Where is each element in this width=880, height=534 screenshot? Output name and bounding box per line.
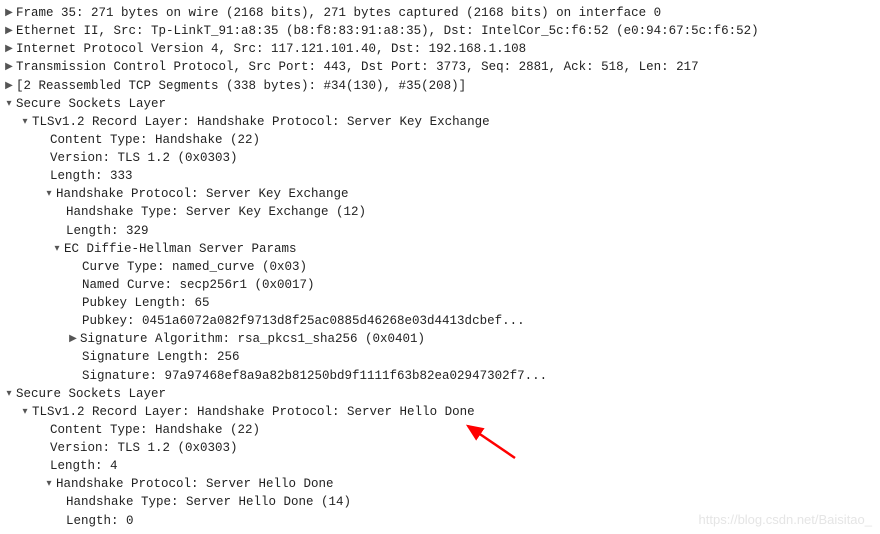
chevron-right-icon[interactable]: ▶: [2, 77, 16, 95]
chevron-right-icon[interactable]: ▶: [2, 40, 16, 58]
tree-row-field[interactable]: Handshake Type: Server Key Exchange (12): [2, 203, 878, 221]
tree-row-handshake[interactable]: ▾ Handshake Protocol: Server Key Exchang…: [2, 185, 878, 203]
tree-row-ssl[interactable]: ▾ Secure Sockets Layer: [2, 385, 878, 403]
field-text: Version: TLS 1.2 (0x0303): [2, 149, 878, 167]
tree-row-ssl[interactable]: ▾ Secure Sockets Layer: [2, 95, 878, 113]
tree-row-field[interactable]: Handshake Type: Server Hello Done (14): [2, 493, 878, 511]
tree-row-reassembled[interactable]: ▶ [2 Reassembled TCP Segments (338 bytes…: [2, 77, 878, 95]
field-text: Handshake Type: Server Hello Done (14): [2, 493, 878, 511]
chevron-right-icon[interactable]: ▶: [2, 58, 16, 76]
protocol-text: [2 Reassembled TCP Segments (338 bytes):…: [16, 77, 878, 95]
field-text: Pubkey: 0451a6072a082f9713d8f25ac0885d46…: [2, 312, 878, 330]
field-text: Curve Type: named_curve (0x03): [2, 258, 878, 276]
field-text: Pubkey Length: 65: [2, 294, 878, 312]
chevron-right-icon[interactable]: ▶: [2, 330, 80, 348]
tree-row-record[interactable]: ▾ TLSv1.2 Record Layer: Handshake Protoc…: [2, 113, 878, 131]
protocol-text: Handshake Protocol: Server Hello Done: [56, 475, 878, 493]
tree-row-field[interactable]: Length: 4: [2, 457, 878, 475]
protocol-text: Secure Sockets Layer: [16, 95, 878, 113]
chevron-down-icon[interactable]: ▾: [2, 113, 32, 131]
field-text: Content Type: Handshake (22): [2, 131, 878, 149]
chevron-down-icon[interactable]: ▾: [2, 403, 32, 421]
field-text: Signature: 97a97468ef8a9a82b81250bd9f111…: [2, 367, 878, 385]
tree-row-ecdh[interactable]: ▾ EC Diffie-Hellman Server Params: [2, 240, 878, 258]
tree-row-sigalg[interactable]: ▶ Signature Algorithm: rsa_pkcs1_sha256 …: [2, 330, 878, 348]
field-text: Version: TLS 1.2 (0x0303): [2, 439, 878, 457]
tree-row-record[interactable]: ▾ TLSv1.2 Record Layer: Handshake Protoc…: [2, 403, 878, 421]
tree-row-field[interactable]: Version: TLS 1.2 (0x0303): [2, 439, 878, 457]
field-text: Handshake Type: Server Key Exchange (12): [2, 203, 878, 221]
tree-row-field[interactable]: Signature: 97a97468ef8a9a82b81250bd9f111…: [2, 367, 878, 385]
field-text: Length: 0: [2, 512, 878, 530]
tree-row-field[interactable]: Pubkey: 0451a6072a082f9713d8f25ac0885d46…: [2, 312, 878, 330]
tree-row-tcp[interactable]: ▶ Transmission Control Protocol, Src Por…: [2, 58, 878, 76]
field-text: Length: 4: [2, 457, 878, 475]
tree-row-field[interactable]: Version: TLS 1.2 (0x0303): [2, 149, 878, 167]
tree-row-field[interactable]: Pubkey Length: 65: [2, 294, 878, 312]
protocol-text: EC Diffie-Hellman Server Params: [64, 240, 878, 258]
field-text: Length: 329: [2, 222, 878, 240]
protocol-text: Internet Protocol Version 4, Src: 117.12…: [16, 40, 878, 58]
chevron-down-icon[interactable]: ▾: [2, 185, 56, 203]
protocol-text: Handshake Protocol: Server Key Exchange: [56, 185, 878, 203]
tree-row-field[interactable]: Length: 0: [2, 512, 878, 530]
chevron-down-icon[interactable]: ▾: [2, 240, 64, 258]
chevron-right-icon[interactable]: ▶: [2, 22, 16, 40]
field-text: Signature Algorithm: rsa_pkcs1_sha256 (0…: [80, 330, 878, 348]
protocol-text: TLSv1.2 Record Layer: Handshake Protocol…: [32, 403, 878, 421]
protocol-text: Transmission Control Protocol, Src Port:…: [16, 58, 878, 76]
tree-row-field[interactable]: Content Type: Handshake (22): [2, 421, 878, 439]
tree-row-field[interactable]: Content Type: Handshake (22): [2, 131, 878, 149]
field-text: Content Type: Handshake (22): [2, 421, 878, 439]
protocol-text: Secure Sockets Layer: [16, 385, 878, 403]
tree-row-ethernet[interactable]: ▶ Ethernet II, Src: Tp-LinkT_91:a8:35 (b…: [2, 22, 878, 40]
field-text: Signature Length: 256: [2, 348, 878, 366]
protocol-text: TLSv1.2 Record Layer: Handshake Protocol…: [32, 113, 878, 131]
tree-row-handshake[interactable]: ▾ Handshake Protocol: Server Hello Done: [2, 475, 878, 493]
protocol-text: Ethernet II, Src: Tp-LinkT_91:a8:35 (b8:…: [16, 22, 878, 40]
chevron-down-icon[interactable]: ▾: [2, 385, 16, 403]
field-text: Length: 333: [2, 167, 878, 185]
chevron-down-icon[interactable]: ▾: [2, 95, 16, 113]
field-text: Named Curve: secp256r1 (0x0017): [2, 276, 878, 294]
tree-row-frame[interactable]: ▶ Frame 35: 271 bytes on wire (2168 bits…: [2, 4, 878, 22]
tree-row-field[interactable]: Length: 333: [2, 167, 878, 185]
tree-row-field[interactable]: Named Curve: secp256r1 (0x0017): [2, 276, 878, 294]
chevron-right-icon[interactable]: ▶: [2, 4, 16, 22]
protocol-text: Frame 35: 271 bytes on wire (2168 bits),…: [16, 4, 878, 22]
chevron-down-icon[interactable]: ▾: [2, 475, 56, 493]
tree-row-ip[interactable]: ▶ Internet Protocol Version 4, Src: 117.…: [2, 40, 878, 58]
tree-row-field[interactable]: Signature Length: 256: [2, 348, 878, 366]
tree-row-field[interactable]: Curve Type: named_curve (0x03): [2, 258, 878, 276]
tree-row-field[interactable]: Length: 329: [2, 222, 878, 240]
